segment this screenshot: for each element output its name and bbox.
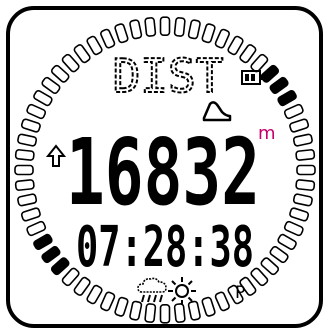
ring-segment: [14, 179, 35, 191]
ring-segment: [187, 19, 201, 40]
rain-cloud-icon: [137, 277, 167, 303]
ring-segment: [289, 207, 310, 222]
ring-segment: [86, 284, 103, 305]
ring-segment: [14, 164, 34, 176]
ring-segment: [201, 23, 216, 44]
ring-segment: [26, 220, 47, 237]
ring-segment: [269, 245, 289, 264]
ring-segment: [73, 44, 91, 64]
ring-segment: [292, 193, 313, 207]
mode-label: DIST: [113, 49, 224, 103]
watch-face: DIST 16832 m 07:28:38 P: [6, 6, 323, 328]
ring-segment: [129, 19, 143, 40]
ring-segment: [277, 89, 297, 107]
ring-segment: [17, 193, 38, 207]
ring-segment: [227, 35, 244, 56]
ring-segment: [114, 296, 129, 317]
ring-segment: [61, 53, 80, 73]
battery-icon: [241, 70, 263, 85]
ring-segment: [86, 35, 103, 56]
arrow-up-icon: [45, 144, 67, 167]
ring-segment: [159, 304, 171, 324]
ring-segment: [269, 76, 289, 95]
ring-segment: [20, 207, 41, 222]
time-value: 07:28:38: [76, 215, 254, 280]
ring-segment: [214, 291, 230, 312]
ring-segment: [239, 44, 257, 64]
ring-segment: [33, 233, 53, 251]
ring-segment: [129, 300, 143, 321]
ring-segment: [33, 89, 53, 107]
distance-value: 16832: [66, 119, 260, 226]
ring-segment: [100, 291, 116, 312]
ring-segment: [296, 164, 316, 176]
ring-segment: [283, 220, 304, 237]
ring-segment: [283, 103, 304, 120]
ring-segment: [173, 17, 186, 37]
distance-unit: m: [258, 123, 276, 144]
ring-segment: [50, 64, 70, 83]
ring-segment: [250, 53, 269, 73]
ring-segment: [289, 118, 310, 133]
sun-icon: [168, 277, 196, 305]
ring-segment: [187, 300, 201, 321]
ring-segment: [201, 296, 216, 317]
ring-segment: [100, 28, 116, 49]
ring-segment: [17, 133, 38, 147]
ring-segment: [260, 64, 280, 83]
ring-segment: [14, 149, 35, 161]
ring-segment: [159, 16, 171, 36]
ring-segment: [260, 257, 280, 276]
ring-segment: [114, 23, 129, 44]
ring-segment: [41, 245, 61, 264]
ring-segment: [41, 76, 61, 95]
running-shoe-icon: [202, 101, 232, 122]
ring-segment: [295, 179, 316, 191]
ring-segment: [144, 303, 157, 323]
pressure-label: P: [235, 283, 245, 303]
ring-segment: [277, 233, 297, 251]
ring-segment: [50, 257, 70, 276]
ring-segment: [26, 103, 47, 120]
ring-segment: [295, 149, 316, 161]
ring-segment: [20, 118, 41, 133]
ring-segment: [292, 133, 313, 147]
ring-segment: [173, 303, 186, 323]
ring-segment: [144, 17, 157, 37]
ring-segment: [214, 28, 230, 49]
